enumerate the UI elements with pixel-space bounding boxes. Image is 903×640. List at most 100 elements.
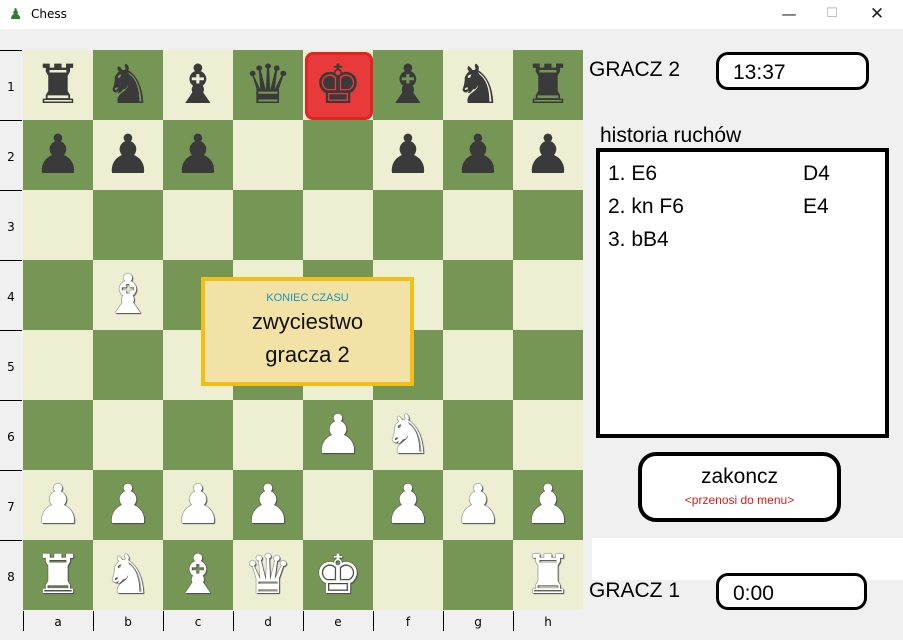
square-h2[interactable]: ♟	[513, 120, 583, 190]
square-f3[interactable]	[373, 190, 443, 260]
rank-divider	[0, 50, 22, 51]
white-knight-icon[interactable]: ♞	[93, 540, 163, 610]
square-b8[interactable]: ♞	[93, 540, 163, 610]
black-knight-icon[interactable]: ♞	[93, 50, 163, 120]
black-king-icon[interactable]: ♚	[303, 50, 373, 120]
white-rook-icon[interactable]: ♜	[23, 540, 93, 610]
square-a7[interactable]: ♟	[23, 470, 93, 540]
square-h1[interactable]: ♜	[513, 50, 583, 120]
square-f8[interactable]	[373, 540, 443, 610]
square-d8[interactable]: ♛	[233, 540, 303, 610]
square-e7[interactable]	[303, 470, 373, 540]
square-e6[interactable]: ♟	[303, 400, 373, 470]
square-a2[interactable]: ♟	[23, 120, 93, 190]
white-knight-icon[interactable]: ♞	[373, 400, 443, 470]
black-knight-icon[interactable]: ♞	[443, 50, 513, 120]
rank-label: 4	[7, 290, 15, 304]
close-button[interactable]: ✕	[857, 3, 897, 25]
square-g1[interactable]: ♞	[443, 50, 513, 120]
square-e3[interactable]	[303, 190, 373, 260]
square-g7[interactable]: ♟	[443, 470, 513, 540]
minimize-button[interactable]: —	[769, 3, 809, 25]
end-game-button[interactable]: zakoncz <przenosi do menu>	[638, 452, 841, 522]
square-a8[interactable]: ♜	[23, 540, 93, 610]
maximize-button[interactable]: ☐	[812, 3, 852, 25]
file-label: f	[405, 615, 411, 629]
black-pawn-icon[interactable]: ♟	[513, 120, 583, 190]
square-b2[interactable]: ♟	[93, 120, 163, 190]
square-a4[interactable]	[23, 260, 93, 330]
square-b4[interactable]: ♝	[93, 260, 163, 330]
black-pawn-icon[interactable]: ♟	[23, 120, 93, 190]
black-pawn-icon[interactable]: ♟	[443, 120, 513, 190]
game-over-line-2: gracza 2	[265, 342, 350, 367]
square-g2[interactable]: ♟	[443, 120, 513, 190]
history-row: 3. bB4	[608, 228, 868, 260]
square-h8[interactable]: ♜	[513, 540, 583, 610]
history-black-move: D4	[803, 162, 830, 185]
square-d6[interactable]	[233, 400, 303, 470]
square-b3[interactable]	[93, 190, 163, 260]
square-b5[interactable]	[93, 330, 163, 400]
black-bishop-icon[interactable]: ♝	[163, 50, 233, 120]
white-bishop-icon[interactable]: ♝	[93, 260, 163, 330]
square-g6[interactable]	[443, 400, 513, 470]
history-black-move: E4	[803, 195, 829, 218]
square-c2[interactable]: ♟	[163, 120, 233, 190]
app-content: 12345678 ♜ ♞ ♝ ♛ ♚ ♝ ♞ ♜ ♟ ♟ ♟ ♟ ♟ ♟ ♝ ♟ ♞ ♟ ♟ ♟ ♟ ♟ ♟ ♟ ♜ ♞ ♝ ♛ ♚ ♜ …	[0, 29, 903, 631]
square-a3[interactable]	[23, 190, 93, 260]
square-h5[interactable]	[513, 330, 583, 400]
black-rook-icon[interactable]: ♜	[513, 50, 583, 120]
square-c1[interactable]: ♝	[163, 50, 233, 120]
square-c6[interactable]	[163, 400, 233, 470]
square-g4[interactable]	[443, 260, 513, 330]
square-g3[interactable]	[443, 190, 513, 260]
square-b6[interactable]	[93, 400, 163, 470]
black-bishop-icon[interactable]: ♝	[373, 50, 443, 120]
rank-label: 2	[7, 150, 15, 164]
square-h4[interactable]	[513, 260, 583, 330]
white-bishop-icon[interactable]: ♝	[163, 540, 233, 610]
square-c7[interactable]: ♟	[163, 470, 233, 540]
black-pawn-icon[interactable]: ♟	[373, 120, 443, 190]
black-pawn-icon[interactable]: ♟	[163, 120, 233, 190]
square-a6[interactable]	[23, 400, 93, 470]
square-e2[interactable]	[303, 120, 373, 190]
square-d3[interactable]	[233, 190, 303, 260]
square-g5[interactable]	[443, 330, 513, 400]
white-pawn-icon[interactable]: ♟	[443, 470, 513, 540]
square-d1[interactable]: ♛	[233, 50, 303, 120]
square-b7[interactable]: ♟	[93, 470, 163, 540]
square-d2[interactable]	[233, 120, 303, 190]
move-history-list[interactable]: 1. E6 D4 2. kn F6 E4 3. bB4	[596, 148, 889, 438]
white-pawn-icon[interactable]: ♟	[373, 470, 443, 540]
square-g8[interactable]	[443, 540, 513, 610]
black-rook-icon[interactable]: ♜	[23, 50, 93, 120]
square-a1[interactable]: ♜	[23, 50, 93, 120]
white-rook-icon[interactable]: ♜	[513, 540, 583, 610]
white-pawn-icon[interactable]: ♟	[513, 470, 583, 540]
square-f2[interactable]: ♟	[373, 120, 443, 190]
white-queen-icon[interactable]: ♛	[233, 540, 303, 610]
black-queen-icon[interactable]: ♛	[233, 50, 303, 120]
square-b1[interactable]: ♞	[93, 50, 163, 120]
square-h3[interactable]	[513, 190, 583, 260]
white-pawn-icon[interactable]: ♟	[233, 470, 303, 540]
square-c8[interactable]: ♝	[163, 540, 233, 610]
square-f6[interactable]: ♞	[373, 400, 443, 470]
square-f1[interactable]: ♝	[373, 50, 443, 120]
square-h6[interactable]	[513, 400, 583, 470]
white-pawn-icon[interactable]: ♟	[93, 470, 163, 540]
black-pawn-icon[interactable]: ♟	[93, 120, 163, 190]
white-pawn-icon[interactable]: ♟	[163, 470, 233, 540]
white-pawn-icon[interactable]: ♟	[23, 470, 93, 540]
square-a5[interactable]	[23, 330, 93, 400]
square-f7[interactable]: ♟	[373, 470, 443, 540]
white-king-icon[interactable]: ♚	[303, 540, 373, 610]
square-d7[interactable]: ♟	[233, 470, 303, 540]
square-h7[interactable]: ♟	[513, 470, 583, 540]
square-c3[interactable]	[163, 190, 233, 260]
white-pawn-icon[interactable]: ♟	[303, 400, 373, 470]
square-e8[interactable]: ♚	[303, 540, 373, 610]
square-e1[interactable]: ♚	[303, 50, 373, 120]
